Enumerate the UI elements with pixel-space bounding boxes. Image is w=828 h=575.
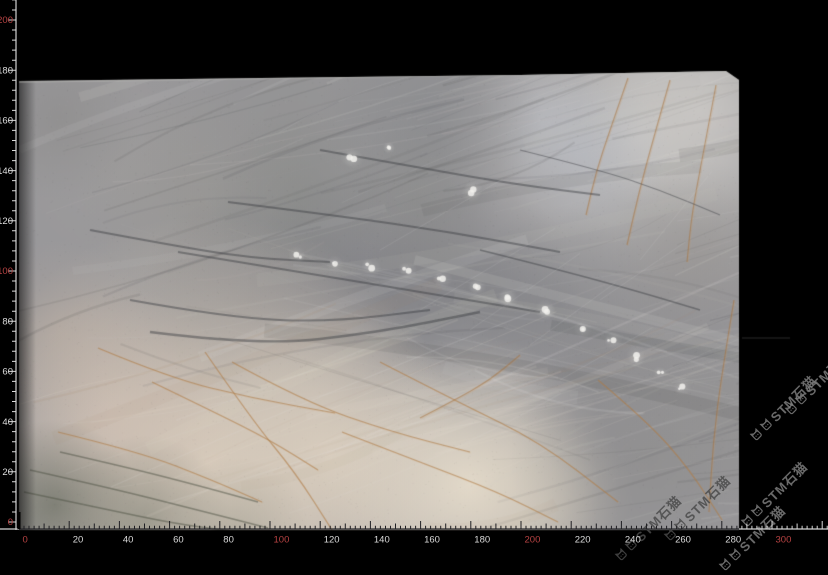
bottom-ruler-label-100: 100 [274,535,290,546]
left-ruler-label-120: 120 [0,216,13,227]
bottom-ruler-label-60: 60 [173,535,184,546]
bottom-ruler-label-300: 300 [776,535,792,546]
bottom-ruler-label-220: 220 [575,535,591,546]
bottom-ruler-label-180: 180 [474,535,490,546]
left-ruler-label-100: 100 [0,266,13,277]
left-ruler-label-80: 80 [2,316,13,327]
left-ruler-label-200: 200 [0,15,13,26]
bottom-ruler-label-40: 40 [123,535,134,546]
ruler-layer: 2001801601401201008060402000204060801001… [0,0,828,550]
bottom-ruler-ticks-over-black [742,521,827,529]
stonecat-logo-icon [718,557,734,573]
bottom-ruler-label-200: 200 [525,535,541,546]
left-ruler-label-0: 0 [8,517,13,528]
bottom-ruler-origin-marker [18,512,21,529]
bottom-ruler-label-280: 280 [725,535,741,546]
left-ruler-label-160: 160 [0,116,13,127]
left-ruler-label-60: 60 [2,367,13,378]
bottom-ruler-label-140: 140 [374,535,390,546]
slab-viewer: STM石猫STM石猫STM石猫STM石猫STM石猫STM石猫 200180160… [0,0,828,550]
bottom-ruler-label-160: 160 [424,535,440,546]
bottom-ruler-label-0: 0 [23,535,28,546]
bottom-ruler-label-120: 120 [324,535,340,546]
bottom-ruler-label-260: 260 [675,535,691,546]
bottom-ruler-label-80: 80 [223,535,234,546]
left-ruler-label-20: 20 [2,467,13,478]
left-ruler-label-180: 180 [0,65,13,76]
left-ruler-ticks [8,0,16,522]
bottom-ruler-label-240: 240 [625,535,641,546]
left-ruler-label-40: 40 [2,417,13,428]
bottom-ruler-label-20: 20 [73,535,84,546]
left-ruler-label-140: 140 [0,166,13,177]
bottom-ruler-ticks-over-slab [19,521,737,529]
